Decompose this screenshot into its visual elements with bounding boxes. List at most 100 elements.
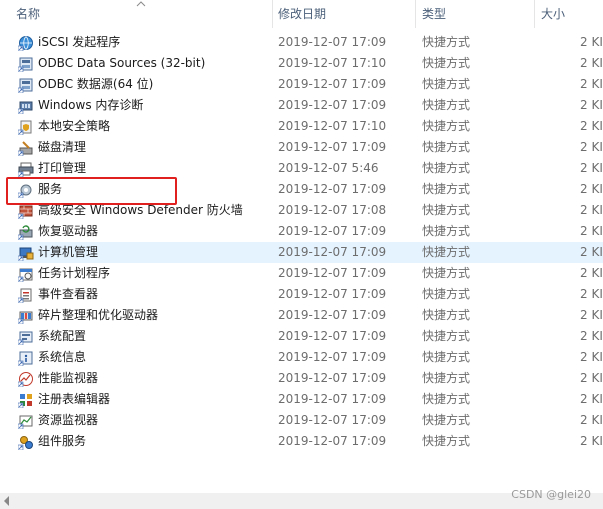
file-date: 2019-12-07 17:09 — [278, 266, 387, 280]
column-divider[interactable] — [534, 0, 535, 28]
file-type: 快捷方式 — [422, 329, 471, 343]
file-size: 2 KI — [580, 77, 603, 91]
file-type: 快捷方式 — [422, 35, 471, 49]
file-row[interactable]: 组件服务 2019-12-07 17:09 快捷方式 2 KI — [0, 431, 603, 452]
file-name: 系统信息 — [38, 350, 87, 364]
file-type: 快捷方式 — [422, 287, 471, 301]
defrag-icon — [18, 311, 33, 324]
security-policy-icon — [18, 120, 32, 135]
file-name: 事件查看器 — [38, 287, 99, 301]
file-name: iSCSI 发起程序 — [38, 35, 121, 49]
file-date: 2019-12-07 5:46 — [278, 161, 379, 175]
file-row[interactable]: 恢复驱动器 2019-12-07 17:09 快捷方式 2 KI — [0, 221, 603, 242]
file-name: 磁盘清理 — [38, 140, 87, 154]
file-type: 快捷方式 — [422, 245, 471, 259]
file-type: 快捷方式 — [422, 434, 471, 448]
file-date: 2019-12-07 17:09 — [278, 140, 387, 154]
file-date: 2019-12-07 17:09 — [278, 329, 387, 343]
printer-icon — [18, 162, 34, 177]
file-name: 本地安全策略 — [38, 119, 111, 133]
file-row[interactable]: 磁盘清理 2019-12-07 17:09 快捷方式 2 KI — [0, 137, 603, 158]
file-size: 2 KI — [580, 245, 603, 259]
scroll-left-icon[interactable] — [4, 496, 9, 506]
file-type: 快捷方式 — [422, 371, 471, 385]
file-date: 2019-12-07 17:09 — [278, 224, 387, 238]
file-size: 2 KI — [580, 203, 603, 217]
component-services-icon — [18, 436, 33, 450]
recovery-drive-icon — [18, 225, 33, 240]
column-type-header[interactable]: 类型 — [422, 0, 446, 28]
globe-icon — [18, 36, 33, 51]
database-icon — [18, 78, 33, 93]
file-row[interactable]: 本地安全策略 2019-12-07 17:10 快捷方式 2 KI — [0, 116, 603, 137]
file-row[interactable]: 打印管理 2019-12-07 5:46 快捷方式 2 KI — [0, 158, 603, 179]
file-date: 2019-12-07 17:09 — [278, 287, 387, 301]
file-date: 2019-12-07 17:09 — [278, 392, 387, 406]
file-date: 2019-12-07 17:09 — [278, 413, 387, 427]
file-type: 快捷方式 — [422, 413, 471, 427]
file-date: 2019-12-07 17:10 — [278, 56, 387, 70]
file-name: 注册表编辑器 — [38, 392, 111, 406]
file-row[interactable]: 碎片整理和优化驱动器 2019-12-07 17:09 快捷方式 2 KI — [0, 305, 603, 326]
column-size-header[interactable]: 大小 — [541, 0, 565, 28]
sort-up-icon — [136, 1, 146, 7]
computer-management-icon — [18, 247, 34, 261]
file-row[interactable]: ODBC Data Sources (32-bit) 2019-12-07 17:… — [0, 53, 603, 74]
system-info-icon — [18, 351, 33, 366]
file-name: 打印管理 — [38, 161, 87, 175]
file-type: 快捷方式 — [422, 350, 471, 364]
file-size: 2 KI — [580, 182, 603, 196]
file-name: Windows 内存诊断 — [38, 98, 144, 112]
file-row[interactable]: Windows 内存诊断 2019-12-07 17:09 快捷方式 2 KI — [0, 95, 603, 116]
file-row[interactable]: 系统信息 2019-12-07 17:09 快捷方式 2 KI — [0, 347, 603, 368]
file-type: 快捷方式 — [422, 98, 471, 112]
event-viewer-icon — [18, 288, 32, 303]
file-row[interactable]: 任务计划程序 2019-12-07 17:09 快捷方式 2 KI — [0, 263, 603, 284]
file-type: 快捷方式 — [422, 266, 471, 280]
file-type: 快捷方式 — [422, 161, 471, 175]
file-size: 2 KI — [580, 308, 603, 322]
file-size: 2 KI — [580, 119, 603, 133]
file-name: 任务计划程序 — [38, 266, 111, 280]
file-date: 2019-12-07 17:09 — [278, 350, 387, 364]
file-size: 2 KI — [580, 140, 603, 154]
file-type: 快捷方式 — [422, 203, 471, 217]
file-size: 2 KI — [580, 35, 603, 49]
file-row[interactable]: 计算机管理 2019-12-07 17:09 快捷方式 2 KI — [0, 242, 603, 263]
file-size: 2 KI — [580, 350, 603, 364]
registry-editor-icon — [18, 394, 32, 408]
file-row[interactable]: 注册表编辑器 2019-12-07 17:09 快捷方式 2 KI — [0, 389, 603, 410]
file-row[interactable]: 系统配置 2019-12-07 17:09 快捷方式 2 KI — [0, 326, 603, 347]
file-type: 快捷方式 — [422, 119, 471, 133]
file-size: 2 KI — [580, 434, 603, 448]
file-size: 2 KI — [580, 392, 603, 406]
column-divider[interactable] — [272, 0, 273, 28]
file-size: 2 KI — [580, 56, 603, 70]
file-size: 2 KI — [580, 413, 603, 427]
column-date-header[interactable]: 修改日期 — [278, 0, 326, 28]
database-icon — [18, 57, 33, 72]
file-row[interactable]: 性能监视器 2019-12-07 17:09 快捷方式 2 KI — [0, 368, 603, 389]
file-date: 2019-12-07 17:09 — [278, 434, 387, 448]
file-size: 2 KI — [580, 329, 603, 343]
file-name: ODBC 数据源(64 位) — [38, 77, 154, 91]
column-divider[interactable] — [415, 0, 416, 28]
watermark: CSDN @glei20 — [511, 488, 591, 501]
file-type: 快捷方式 — [422, 392, 471, 406]
file-type: 快捷方式 — [422, 56, 471, 70]
file-row[interactable]: ODBC 数据源(64 位) 2019-12-07 17:09 快捷方式 2 KI — [0, 74, 603, 95]
file-row[interactable]: 资源监视器 2019-12-07 17:09 快捷方式 2 KI — [0, 410, 603, 431]
file-type: 快捷方式 — [422, 182, 471, 196]
task-scheduler-icon — [18, 268, 33, 282]
file-name: ODBC Data Sources (32-bit) — [38, 56, 206, 70]
file-type: 快捷方式 — [422, 140, 471, 154]
column-name-header[interactable]: 名称 — [16, 0, 40, 28]
file-size: 2 KI — [580, 371, 603, 385]
file-type: 快捷方式 — [422, 77, 471, 91]
file-date: 2019-12-07 17:09 — [278, 98, 387, 112]
file-date: 2019-12-07 17:10 — [278, 119, 387, 133]
file-date: 2019-12-07 17:09 — [278, 77, 387, 91]
file-row[interactable]: iSCSI 发起程序 2019-12-07 17:09 快捷方式 2 KI — [0, 32, 603, 53]
file-row[interactable]: 事件查看器 2019-12-07 17:09 快捷方式 2 KI — [0, 284, 603, 305]
disk-cleanup-icon — [18, 141, 33, 156]
